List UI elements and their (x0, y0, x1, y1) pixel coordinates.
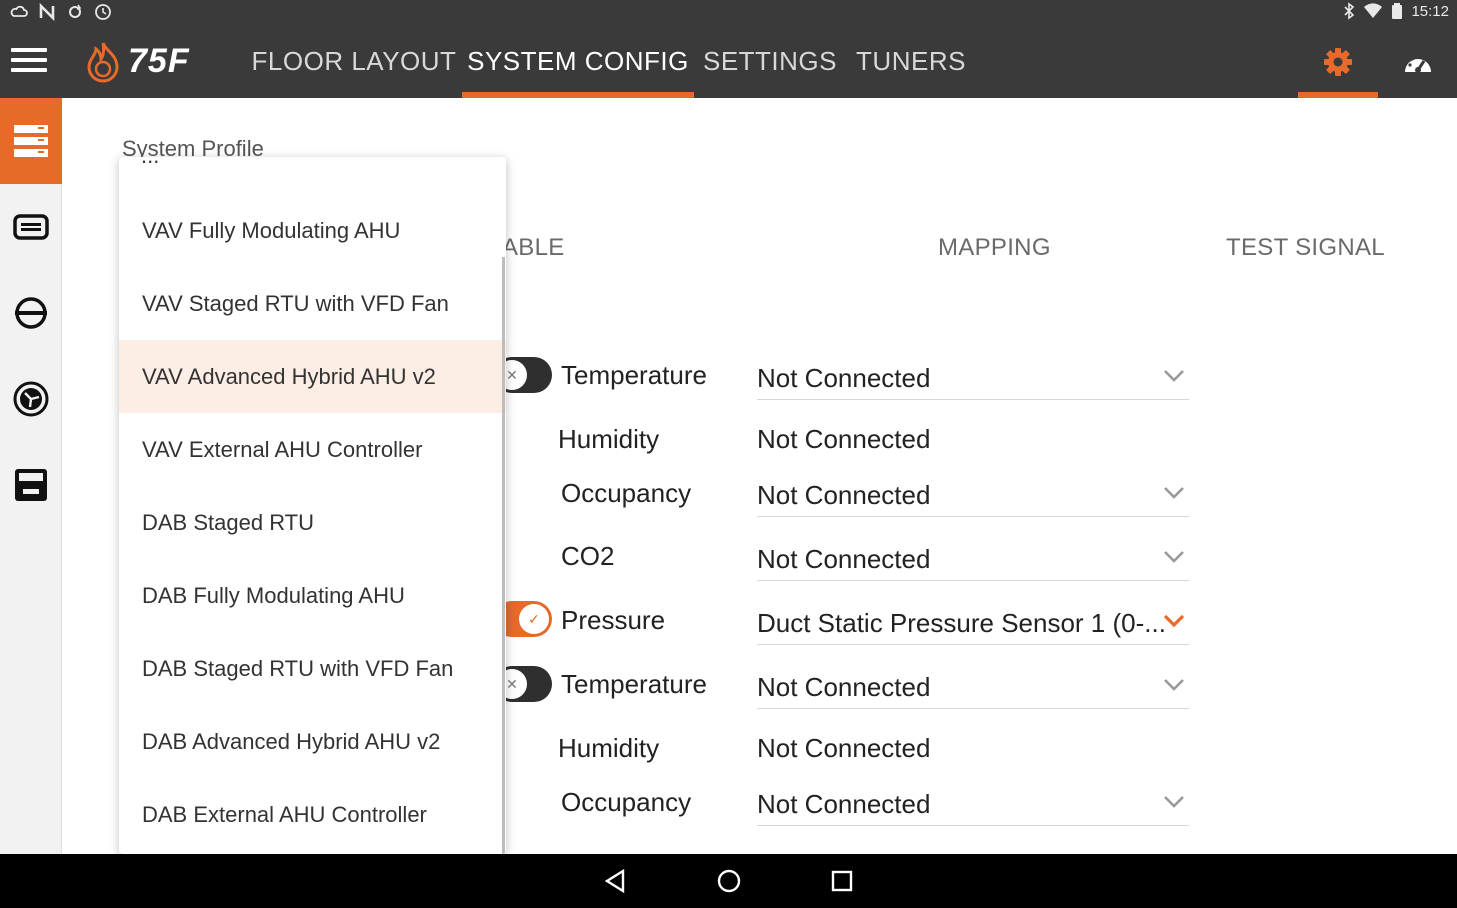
mapping-value: Not Connected (757, 480, 931, 510)
mapping-value: Not Connected (757, 363, 931, 393)
sync-icon (69, 4, 82, 18)
home-button[interactable] (716, 868, 742, 899)
pressure-label: Pressure (561, 605, 666, 635)
status-bar: 15:12 (0, 0, 1457, 25)
dropdown-option[interactable]: VAV Fully Modulating AHU (119, 194, 506, 267)
tab-settings[interactable]: SETTINGS (698, 25, 842, 98)
clock-icon (95, 4, 111, 20)
menu-line-icon (11, 58, 47, 62)
co2-mapping-select[interactable]: Not Connected (757, 536, 1189, 581)
bluetooth-icon (1344, 2, 1355, 20)
mapping-value: Not Connected (757, 733, 931, 763)
mapping-value: Not Connected (757, 544, 931, 574)
tab-label: SETTINGS (702, 46, 837, 76)
system-navigation-bar (0, 854, 1457, 908)
chevron-down-icon (1164, 679, 1184, 691)
tab-label: SYSTEM CONFIG (467, 46, 689, 76)
occupancy-1-mapping-select[interactable]: Not Connected (757, 472, 1189, 517)
occupancy-1-label: Occupancy (561, 478, 692, 508)
rail-item-system-profile[interactable] (0, 98, 62, 184)
chevron-down-icon (1164, 487, 1184, 499)
dropdown-option[interactable]: DAB Staged RTU with VFD Fan (119, 632, 506, 705)
tab-label: TUNERS (856, 46, 966, 76)
chevron-down-icon (1163, 614, 1185, 628)
dropdown-partial-item: ... (141, 157, 159, 169)
temperature-1-mapping-select[interactable]: Not Connected (757, 355, 1189, 400)
ahu-icon (13, 214, 49, 240)
mapping-value: Not Connected (757, 424, 931, 454)
occupancy-2-label: Occupancy (561, 787, 692, 817)
temperature-2-label: Temperature (561, 669, 707, 699)
temperature-2-mapping-select[interactable]: Not Connected (757, 664, 1189, 709)
mapping-value: Not Connected (757, 672, 931, 702)
tab-tuners[interactable]: TUNERS (850, 25, 972, 98)
dropdown-option[interactable]: VAV Staged RTU with VFD Fan (119, 267, 506, 340)
app-logo: 75F (84, 39, 190, 83)
status-time: 15:12 (1411, 2, 1449, 20)
settings-gear-icon (1324, 47, 1352, 76)
oao-icon (15, 297, 47, 329)
pressure-mapping-select[interactable]: Duct Static Pressure Sensor 1 (0-... (757, 600, 1189, 645)
dropdown-option[interactable]: DAB Staged RTU (119, 486, 506, 559)
toggle-on-check-icon: ✓ (519, 604, 549, 634)
mapping-column-header: MAPPING (938, 234, 1051, 261)
humidity-1-label: Humidity (558, 424, 660, 454)
rail-item-rtu[interactable] (0, 442, 62, 528)
chevron-down-icon (1164, 796, 1184, 808)
dashboard-button[interactable] (1384, 25, 1452, 98)
dropdown-option[interactable]: DAB External AHU Controller (119, 778, 506, 851)
hamburger-menu-button[interactable] (11, 48, 47, 76)
system-profile-dropdown: ... VAV Fully Modulating AHU VAV Staged … (119, 157, 506, 854)
recents-button[interactable] (830, 868, 854, 899)
dropdown-scrollbar[interactable] (502, 257, 505, 854)
rail-item-oao[interactable] (0, 270, 62, 356)
rail-item-ahu[interactable] (0, 184, 62, 270)
humidity-2-label: Humidity (558, 733, 660, 763)
cloud-icon (10, 5, 28, 17)
test-signal-column-header: TEST SIGNAL (1226, 234, 1385, 261)
rail-item-fan[interactable] (0, 356, 62, 442)
status-left-icons (10, 3, 112, 21)
dropdown-option-selected[interactable]: VAV Advanced Hybrid AHU v2 (119, 340, 506, 413)
tab-system-config[interactable]: SYSTEM CONFIG (462, 25, 694, 98)
temperature-1-label: Temperature (561, 360, 707, 390)
occupancy-2-mapping-select[interactable]: Not Connected (757, 781, 1189, 826)
wifi-icon (1364, 3, 1383, 19)
mapping-value: Duct Static Pressure Sensor 1 (0-... (757, 608, 1166, 638)
dashboard-gauge-icon (1405, 53, 1431, 73)
logo-text: 75F (128, 41, 190, 80)
back-icon (604, 868, 625, 894)
recents-icon (831, 870, 853, 892)
co2-label: CO2 (561, 541, 615, 571)
mapping-value: Not Connected (757, 789, 931, 819)
chevron-down-icon (1164, 551, 1184, 563)
app-bar: 75F FLOOR LAYOUT SYSTEM CONFIG SETTINGS … (0, 25, 1457, 98)
system-profile-icon (14, 125, 48, 157)
menu-line-icon (11, 68, 47, 72)
enable-column-header: ABLE (502, 234, 565, 261)
humidity-1-mapping-value: Not Connected (757, 416, 1189, 461)
humidity-2-mapping-value: Not Connected (757, 725, 1189, 770)
n-icon (39, 3, 55, 21)
home-icon (717, 869, 741, 893)
side-rail (0, 98, 62, 854)
fan-icon (13, 381, 49, 417)
tab-label: FLOOR LAYOUT (251, 46, 457, 76)
battery-icon (1392, 3, 1403, 19)
dropdown-option[interactable]: DAB Advanced Hybrid AHU v2 (119, 705, 506, 778)
tab-floor-layout[interactable]: FLOOR LAYOUT (248, 25, 460, 98)
dropdown-option[interactable]: DAB Fully Modulating AHU (119, 559, 506, 632)
menu-line-icon (11, 48, 47, 52)
rtu-icon (15, 469, 47, 501)
status-right-icons: 15:12 (1343, 2, 1449, 20)
dropdown-option[interactable]: VAV External AHU Controller (119, 413, 506, 486)
back-button[interactable] (603, 868, 627, 899)
chevron-down-icon (1164, 370, 1184, 382)
settings-button[interactable] (1298, 25, 1378, 98)
flame-logo-icon (87, 42, 119, 83)
